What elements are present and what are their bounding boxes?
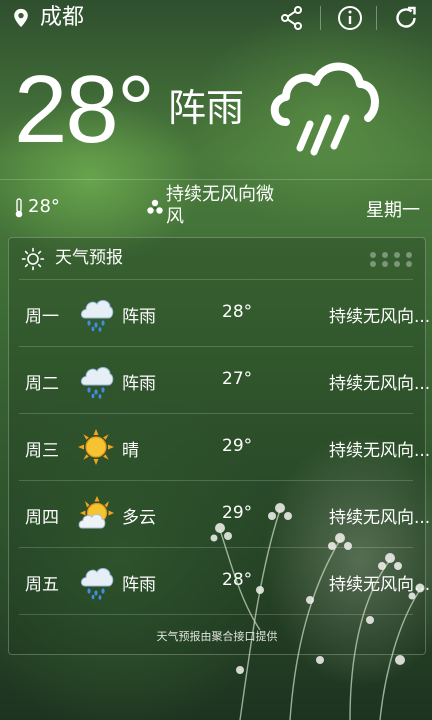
forecast-header: 天气预报 [9, 238, 425, 278]
current-details: 28° 持续无风向微风 星期一 [0, 180, 432, 232]
cloud-rain-icon [270, 62, 379, 156]
divider [19, 614, 413, 616]
forecast-day: 周一 [25, 307, 59, 327]
forecast-condition: 阵雨 [122, 575, 156, 595]
forecast-condition: 多云 [122, 508, 156, 528]
current-temperature: 28° [14, 56, 155, 163]
toolbar-separator [320, 6, 321, 30]
forecast-condition: 阵雨 [122, 307, 156, 327]
forecast-day: 周二 [25, 374, 59, 394]
forecast-wind: 持续无风向... [329, 374, 431, 394]
current-condition: 阵雨 [168, 86, 245, 130]
forecast-row[interactable]: 周五 阵雨 28° 持续无风向... [19, 547, 430, 614]
info-icon[interactable] [336, 4, 364, 32]
forecast-temp: 27° [222, 369, 253, 389]
forecast-temp: 29° [222, 436, 253, 456]
rain-cloud-icon [80, 366, 114, 399]
rain-cloud-icon [80, 567, 114, 600]
weekday-label: 星期一 [366, 200, 420, 221]
forecast-day: 周五 [25, 575, 59, 595]
forecast-wind: 持续无风向... [329, 575, 431, 595]
forecast-condition: 阵雨 [122, 374, 156, 394]
partly-cloudy-icon [78, 496, 114, 529]
menu-dots-icon[interactable] [367, 250, 415, 268]
forecast-temp: 28° [222, 302, 253, 322]
forecast-wind: 持续无风向... [329, 307, 431, 327]
forecast-row[interactable]: 周三 晴 29° 持续无风向... [19, 413, 430, 480]
forecast-row[interactable]: 周四 多云 29° 持续无风向... [19, 480, 430, 547]
sun-icon [78, 429, 114, 465]
forecast-title: 天气预报 [55, 248, 123, 268]
current-temp-small: 28° [28, 196, 60, 217]
forecast-condition: 晴 [122, 441, 139, 461]
city-name[interactable]: 成都 [40, 4, 84, 32]
rain-cloud-icon [80, 299, 114, 332]
top-bar: 成都 [0, 0, 432, 36]
forecast-row[interactable]: 周一 阵雨 28° 持续无风向... [19, 279, 430, 346]
thermometer-icon [15, 198, 23, 218]
forecast-row[interactable]: 周二 阵雨 27° 持续无风向... [19, 346, 430, 413]
forecast-temp: 28° [222, 570, 253, 590]
forecast-day: 周三 [25, 441, 59, 461]
forecast-card: 天气预报 周一 阵雨 28° 持续无风向... 周二 阵雨 27° 持续无风向.… [8, 237, 430, 655]
forecast-day: 周四 [25, 508, 59, 528]
forecast-temp: 29° [222, 503, 253, 523]
forecast-credit: 天气预报由聚合接口提供 [156, 630, 278, 643]
location-pin-icon[interactable] [12, 8, 30, 28]
forecast-wind: 持续无风向... [329, 441, 431, 461]
share-icon[interactable] [278, 4, 306, 32]
wind-icon [147, 199, 163, 214]
refresh-icon[interactable] [392, 4, 420, 32]
sun-outline-icon [21, 247, 45, 271]
forecast-wind: 持续无风向... [329, 508, 431, 528]
toolbar-separator [376, 6, 377, 30]
wind-description: 持续无风向微风 [166, 184, 274, 227]
